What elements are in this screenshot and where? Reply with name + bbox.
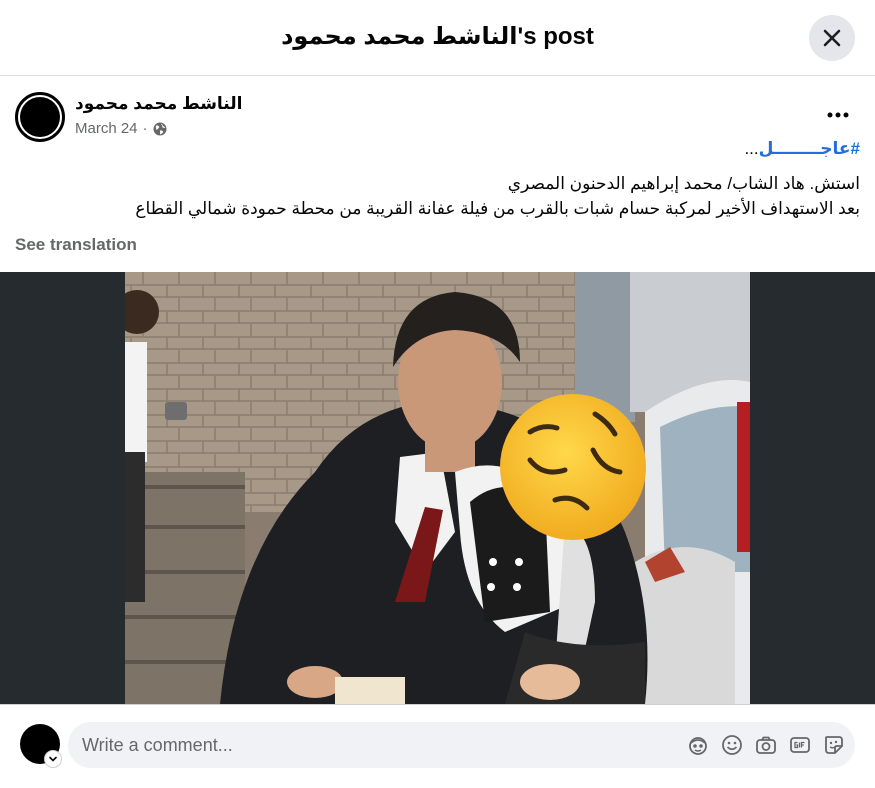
dialog-header: الناشط محمد محمود's post — [0, 0, 875, 76]
close-button[interactable] — [809, 15, 855, 61]
post-photo[interactable] — [125, 272, 750, 704]
more-options-icon — [827, 112, 849, 118]
sticker-icon — [825, 736, 843, 754]
avatar-sticker-button[interactable] — [687, 734, 709, 756]
hashtag-suffix: ... — [744, 139, 759, 158]
post-meta: March 24 · — [75, 120, 167, 137]
emoji-icon — [722, 735, 742, 755]
author-avatar[interactable] — [15, 92, 65, 142]
author-name[interactable]: الناشط محمد محمود — [75, 94, 242, 114]
gif-icon — [790, 737, 810, 753]
emoji-button[interactable] — [721, 734, 743, 756]
comment-input[interactable] — [82, 734, 672, 756]
chevron-down-icon — [49, 756, 57, 762]
comment-actions — [687, 734, 845, 756]
camera-icon — [756, 736, 776, 754]
dialog-title: الناشط محمد محمود's post — [281, 23, 594, 50]
close-icon — [823, 29, 841, 47]
camera-button[interactable] — [755, 734, 777, 756]
hashtag-link[interactable]: #عاجــــــــل — [759, 139, 860, 158]
post-text-line-1: استش. هاد الشاب/ محمد إبراهيم الدحنون ال… — [507, 174, 860, 193]
meta-separator: · — [142, 120, 148, 137]
sticker-button[interactable] — [823, 734, 845, 756]
gif-button[interactable] — [789, 734, 811, 756]
avatar-sticker-icon — [689, 737, 707, 755]
comment-composer — [0, 704, 875, 788]
comment-input-container[interactable] — [68, 722, 855, 768]
globe-icon[interactable] — [153, 122, 167, 136]
post-date[interactable]: March 24 — [75, 120, 138, 137]
more-options-button[interactable] — [818, 100, 858, 130]
profile-switch-button[interactable] — [44, 750, 62, 768]
hashtag-line: #عاجــــــــل... — [15, 136, 860, 161]
post-media[interactable] — [0, 272, 875, 704]
photo-illustration — [125, 272, 750, 704]
post-text-line-2: بعد الاستهداف الأخير لمركبة حسام شبات با… — [135, 199, 860, 218]
post-body: #عاجــــــــل... استش. هاد الشاب/ محمد إ… — [15, 136, 860, 221]
see-translation-link[interactable]: See translation — [15, 235, 137, 255]
